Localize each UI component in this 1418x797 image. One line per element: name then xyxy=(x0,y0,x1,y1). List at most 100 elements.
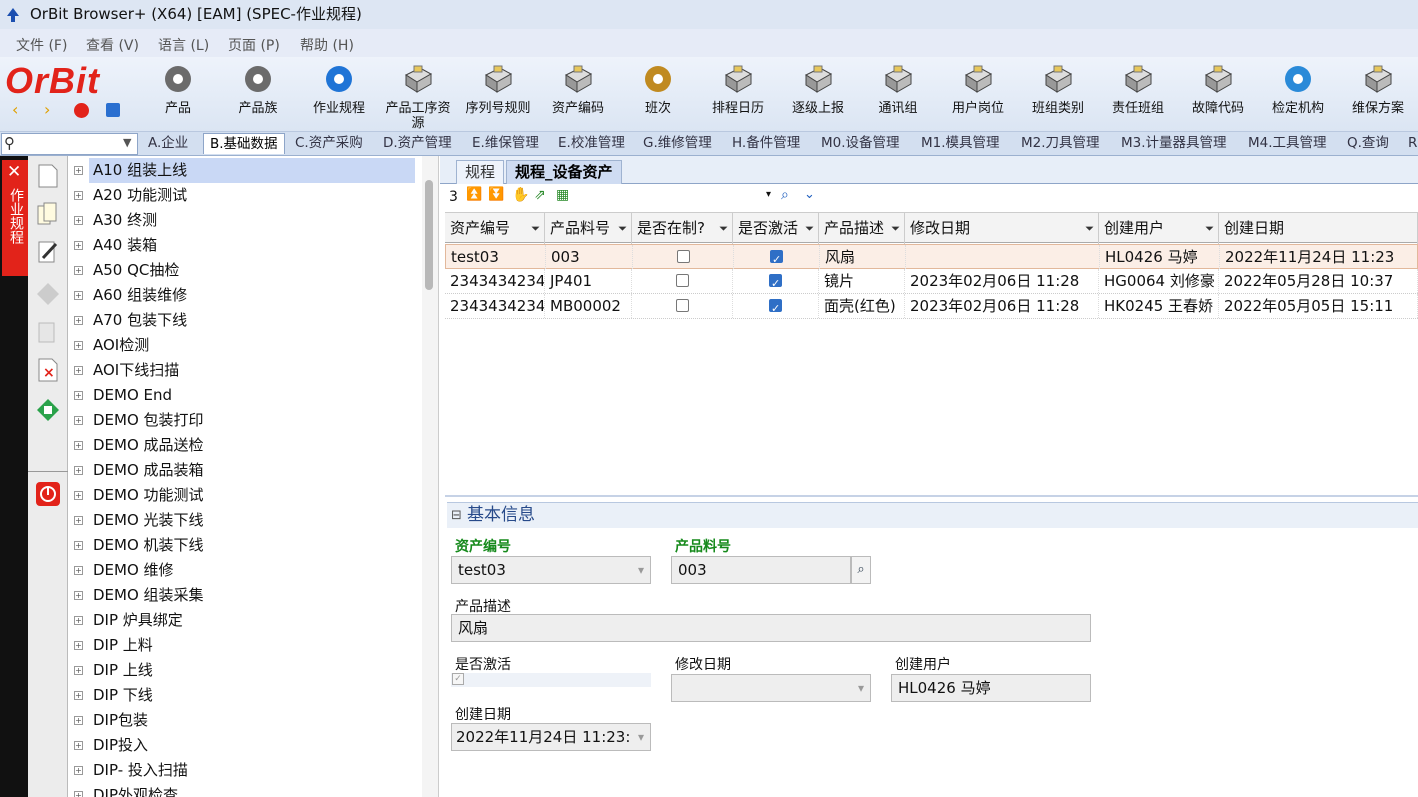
tree-item[interactable]: + DEMO 维修 xyxy=(69,558,419,583)
active-checkbox[interactable]: ✓ xyxy=(452,673,464,685)
menu-file[interactable]: 文件 (F) xyxy=(16,35,67,55)
expand-icon[interactable]: + xyxy=(74,691,83,700)
toolbar-button-7[interactable]: 排程日历 xyxy=(700,59,776,129)
expand-icon[interactable]: + xyxy=(74,366,83,375)
module-tab-7[interactable]: H.备件管理 xyxy=(726,133,806,154)
row-checkbox[interactable] xyxy=(675,299,689,312)
tree-item[interactable]: + A60 组装维修 xyxy=(69,283,419,308)
module-tab-5[interactable]: E.校准管理 xyxy=(552,133,631,154)
expand-icon[interactable]: + xyxy=(74,641,83,650)
splitter[interactable] xyxy=(445,495,1418,497)
part-lookup-icon[interactable]: ⌕ xyxy=(851,556,871,584)
tree-item[interactable]: + DIP外观检查 xyxy=(69,783,419,797)
toolbar-button-9[interactable]: 通讯组 xyxy=(860,59,936,129)
tree-item[interactable]: + DEMO 机装下线 xyxy=(69,533,419,558)
export-icon[interactable]: ⇗ xyxy=(534,187,546,203)
stop-icon[interactable] xyxy=(74,103,89,118)
tab-procedure-equipment[interactable]: 规程_设备资产 xyxy=(506,160,622,184)
move-top-icon[interactable]: ⏫ xyxy=(466,187,482,202)
part-field[interactable]: 003 xyxy=(671,556,851,584)
power-off-icon[interactable] xyxy=(34,480,62,508)
delete-document-icon[interactable]: × xyxy=(34,356,62,384)
tree-item[interactable]: + DEMO 成品装箱 xyxy=(69,458,419,483)
filter-icon[interactable]: ⏷ xyxy=(805,213,814,244)
tree-item[interactable]: + A40 装箱 xyxy=(69,233,419,258)
side-panel-tab[interactable]: ✕ 作业规程 xyxy=(2,160,28,276)
menu-language[interactable]: 语言 (L) xyxy=(158,35,209,55)
created-field[interactable]: 2022年11月24日 11:23: xyxy=(451,723,651,751)
expand-icon[interactable]: + xyxy=(74,566,83,575)
tree-item[interactable]: + A50 QC抽检 xyxy=(69,258,419,283)
tree-item[interactable]: + DEMO 成品送检 xyxy=(69,433,419,458)
tab-procedure[interactable]: 规程 xyxy=(456,160,505,184)
export-excel-icon[interactable] xyxy=(34,396,62,424)
column-header[interactable]: 是否激活 ⏷ xyxy=(733,213,819,244)
filter-icon[interactable]: ⏷ xyxy=(719,213,728,244)
expand-icon[interactable]: + xyxy=(74,616,83,625)
expand-icon[interactable]: + xyxy=(74,516,83,525)
module-tab-2[interactable]: C.资产采购 xyxy=(289,133,369,154)
filter-icon[interactable]: ⏷ xyxy=(531,213,540,244)
column-header[interactable]: 创建用户 ⏷ xyxy=(1099,213,1219,244)
toolbar-button-10[interactable]: 用户岗位 xyxy=(940,59,1016,129)
toolbar-button-2[interactable]: 作业规程 xyxy=(301,59,377,129)
find-icon[interactable]: ⌕ xyxy=(781,187,789,203)
expand-icon[interactable]: + xyxy=(74,416,83,425)
toolbar-button-15[interactable]: 维保方案 xyxy=(1340,59,1416,129)
expand-icon[interactable]: + xyxy=(74,291,83,300)
toolbar-button-14[interactable]: 检定机构 xyxy=(1260,59,1336,129)
module-tab-14[interactable]: R xyxy=(1402,133,1418,154)
module-tab-4[interactable]: E.维保管理 xyxy=(466,133,545,154)
tree-item[interactable]: + DEMO End xyxy=(69,383,419,408)
menu-page[interactable]: 页面 (P) xyxy=(228,35,280,55)
module-tab-1[interactable]: B.基础数据 xyxy=(203,133,285,154)
tree-item[interactable]: + DEMO 光装下线 xyxy=(69,508,419,533)
tree-item[interactable]: + AOI下线扫描 xyxy=(69,358,419,383)
tree-scrollbar-thumb[interactable] xyxy=(425,180,433,290)
filter-icon[interactable]: ⏷ xyxy=(1205,213,1214,244)
forward-icon[interactable]: › xyxy=(44,100,50,119)
asset-select[interactable]: test03 xyxy=(451,556,651,584)
table-row[interactable]: 2343434234JP401 镜片2023年02月06日 11:28HG0064… xyxy=(445,269,1418,294)
tree-item[interactable]: + DEMO 功能测试 xyxy=(69,483,419,508)
toolbar-button-3[interactable]: 产品工序资源 xyxy=(380,59,456,131)
table-row[interactable]: 2343434234MB00002 面壳(红色)2023年02月06日 11:28… xyxy=(445,294,1418,319)
chevron-down-icon[interactable]: ▼ xyxy=(123,136,131,149)
user-field[interactable]: HL0426 马婷 xyxy=(891,674,1091,702)
column-header[interactable]: 产品描述 ⏷ xyxy=(819,213,905,244)
row-checkbox[interactable] xyxy=(770,248,783,269)
tree-item[interactable]: + DIP- 投入扫描 xyxy=(69,758,419,783)
module-tab-3[interactable]: D.资产管理 xyxy=(377,133,458,154)
column-header[interactable]: 是否在制? ⏷ xyxy=(632,213,733,244)
expand-icon[interactable]: + xyxy=(74,241,83,250)
tree-item[interactable]: + A30 终测 xyxy=(69,208,419,233)
menu-view[interactable]: 查看 (V) xyxy=(86,35,139,55)
tree-item[interactable]: + A70 包装下线 xyxy=(69,308,419,333)
expand-icon[interactable]: + xyxy=(74,441,83,450)
expand-icon[interactable]: + xyxy=(74,766,83,775)
edit-icon[interactable] xyxy=(34,238,62,266)
expand-icon[interactable]: + xyxy=(74,491,83,500)
table-row[interactable]: test03003 风扇 HL0426 马婷2022年11月24日 11:23 xyxy=(445,244,1418,269)
column-header[interactable]: 产品料号 ⏷ xyxy=(545,213,632,244)
tree-item[interactable]: + DEMO 组装采集 xyxy=(69,583,419,608)
expand-icon[interactable]: + xyxy=(74,191,83,200)
tree-item[interactable]: + DEMO 包装打印 xyxy=(69,408,419,433)
toolbar-button-8[interactable]: 逐级上报 xyxy=(780,59,856,129)
toolbar-button-12[interactable]: 责任班组 xyxy=(1100,59,1176,129)
filter-icon[interactable]: ⏷ xyxy=(618,213,627,244)
hand-icon[interactable]: ✋ xyxy=(512,187,529,203)
row-checkbox[interactable] xyxy=(769,297,782,318)
collapse-icon[interactable]: ⊟ xyxy=(451,503,462,528)
toolbar-button-11[interactable]: 班组类别 xyxy=(1020,59,1096,129)
tree-item[interactable]: + DIP 下线 xyxy=(69,683,419,708)
toolbar-button-0[interactable]: 产品 xyxy=(140,59,216,129)
tree-item[interactable]: + DIP 上料 xyxy=(69,633,419,658)
column-header[interactable]: 修改日期 ⏷ xyxy=(905,213,1099,244)
tree-item[interactable]: + DIP 上线 xyxy=(69,658,419,683)
filter-icon[interactable]: ⏷ xyxy=(891,213,900,244)
column-header[interactable]: 资产编号 ⏷ xyxy=(445,213,545,244)
module-tab-10[interactable]: M2.刀具管理 xyxy=(1015,133,1106,154)
expand-icon[interactable]: + xyxy=(74,466,83,475)
module-tab-12[interactable]: M4.工具管理 xyxy=(1242,133,1333,154)
